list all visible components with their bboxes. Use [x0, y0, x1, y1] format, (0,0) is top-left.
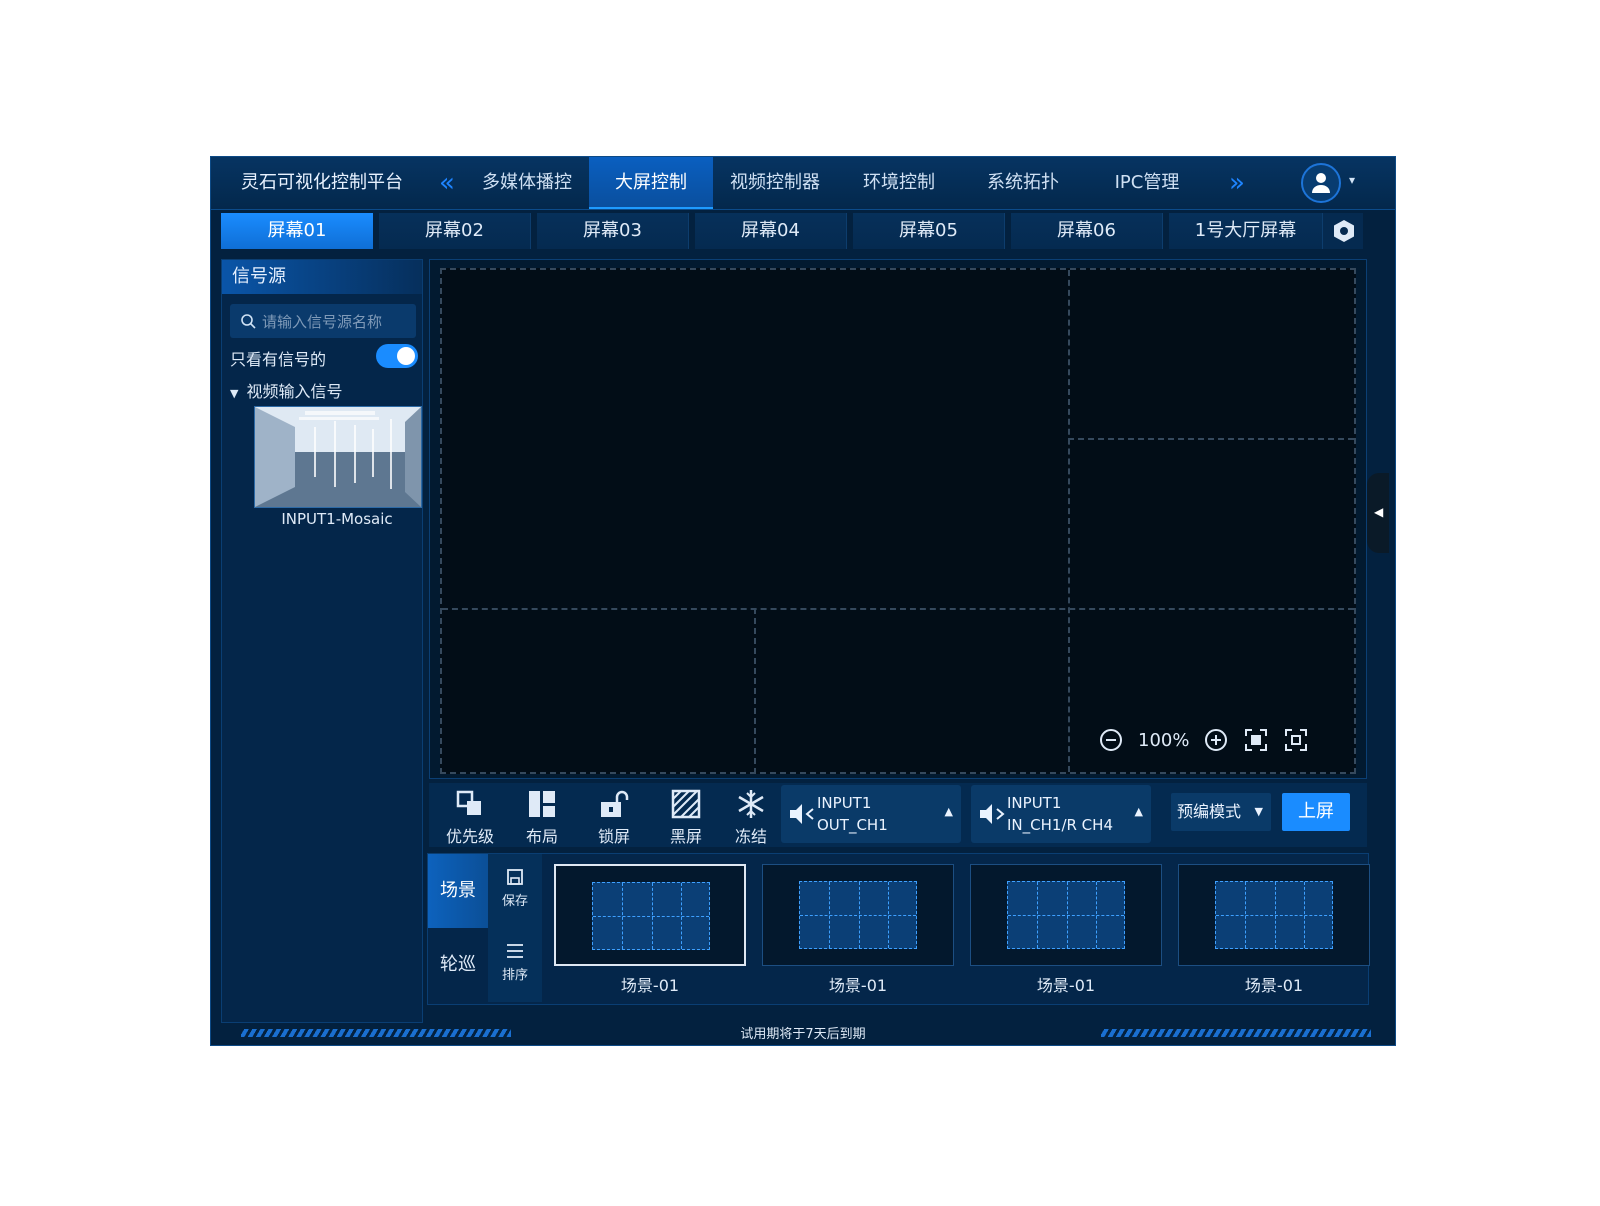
app-window: 灵石可视化控制平台 « 多媒体播控 大屏控制 视频控制器 环境控制 系统拓扑 I…: [210, 156, 1396, 1046]
collapse-panel-handle[interactable]: ◀: [1367, 473, 1389, 553]
user-icon: [1312, 173, 1330, 193]
tab-scene[interactable]: 场景: [428, 854, 488, 928]
screen-tab-bar: 屏幕01 屏幕02 屏幕03 屏幕04 屏幕05 屏幕06 1号大厅屏幕: [221, 213, 1397, 253]
screen-tab-03[interactable]: 屏幕03: [537, 213, 689, 249]
mode-dropdown[interactable]: 预编模式 ▼: [1171, 793, 1271, 831]
fullscreen-icon[interactable]: [1283, 727, 1309, 753]
lock-screen-label: 锁屏: [597, 827, 630, 846]
chevron-down-icon: ▼: [1254, 805, 1263, 818]
audio-input-selector[interactable]: INPUT1 IN_CH1/R CH4 ▲: [971, 785, 1151, 843]
scene-card[interactable]: [970, 864, 1162, 966]
scene-label: 场景-01: [620, 976, 680, 995]
scene-label: 场景-01: [1036, 976, 1096, 995]
source-thumbnail[interactable]: [254, 406, 422, 508]
signal-search-input[interactable]: [260, 304, 414, 340]
zoom-out-icon[interactable]: [1098, 727, 1124, 753]
collapse-arrow-icon: ◀: [1374, 505, 1384, 519]
screen-settings-button[interactable]: [1323, 213, 1363, 249]
scene-label: 场景-01: [828, 976, 888, 995]
speaker-icon: [790, 804, 814, 824]
caret-up-icon: ▲: [944, 805, 953, 818]
fit-screen-icon[interactable]: [1243, 727, 1269, 753]
only-signal-toggle[interactable]: [376, 344, 418, 368]
publish-button[interactable]: 上屏: [1282, 793, 1350, 831]
expand-caret-icon: ▼: [230, 387, 239, 400]
zoom-controls: 100%: [1098, 722, 1309, 758]
snowflake-icon: [738, 790, 764, 818]
nav-tab-screen-control[interactable]: 大屏控制: [589, 157, 713, 209]
audio-output-selector[interactable]: INPUT1 OUT_CH1 ▲: [781, 785, 961, 843]
scene-panel: 场景 轮巡 保存 排序 场景-01 场景-01 场景-01 场景-01: [427, 853, 1370, 1005]
app-title: 灵石可视化控制平台: [241, 172, 403, 193]
freeze-button[interactable]: 冻结: [725, 783, 777, 847]
nav-tab-environment[interactable]: 环境控制: [837, 157, 961, 209]
layout-divider: [1068, 438, 1354, 440]
black-screen-label: 黑屏: [669, 827, 702, 846]
status-footer: 试用期将于7天后到期: [211, 1017, 1395, 1045]
audio-input-channel: IN_CH1/R CH4: [1007, 816, 1113, 834]
settings-hexagon-icon: [1334, 220, 1354, 242]
search-icon: [241, 314, 256, 329]
screen-tab-02[interactable]: 屏幕02: [379, 213, 531, 249]
freeze-label: 冻结: [734, 827, 767, 846]
only-signal-label: 只看有信号的: [230, 350, 327, 369]
save-label: 保存: [501, 894, 528, 909]
top-nav-bar: 灵石可视化控制平台 « 多媒体播控 大屏控制 视频控制器 环境控制 系统拓扑 I…: [211, 157, 1395, 210]
control-toolbar: 优先级 布局 锁屏 黑屏 冻结 INPUT1 OUT_CH1 ▲ INPUT1 …: [429, 783, 1367, 847]
priority-icon: [456, 790, 481, 815]
layout-divider: [442, 608, 1354, 610]
layout-divider: [754, 608, 756, 774]
layout-divider: [1068, 270, 1070, 772]
black-screen-button[interactable]: 黑屏: [653, 783, 719, 847]
screen-layout-stage[interactable]: [440, 268, 1356, 774]
save-icon: [507, 869, 523, 885]
video-input-label: 视频输入信号: [246, 382, 343, 401]
screen-tab-06[interactable]: 屏幕06: [1011, 213, 1163, 249]
nav-tab-ipc[interactable]: IPC管理: [1085, 157, 1209, 209]
layout-icon: [529, 791, 555, 817]
nav-next-arrow-icon[interactable]: »: [1229, 157, 1245, 209]
nav-tab-video-controller[interactable]: 视频控制器: [713, 157, 837, 209]
scene-label: 场景-01: [1244, 976, 1304, 995]
screen-tab-01[interactable]: 屏幕01: [221, 213, 373, 249]
zoom-level: 100%: [1138, 729, 1190, 751]
unlock-icon: [601, 790, 629, 817]
lock-screen-button[interactable]: 锁屏: [581, 783, 647, 847]
sort-scene-button[interactable]: 排序: [488, 928, 542, 1002]
speaker-icon: [980, 804, 1005, 824]
screen-tab-hall[interactable]: 1号大厅屏幕: [1169, 213, 1323, 249]
sort-label: 排序: [501, 968, 528, 983]
audio-input-source: INPUT1: [1007, 794, 1062, 812]
video-input-tree-node[interactable]: ▼ 视频输入信号: [230, 378, 342, 402]
save-scene-button[interactable]: 保存: [488, 854, 542, 928]
source-name: INPUT1-Mosaic: [281, 510, 393, 528]
scene-card[interactable]: [554, 864, 746, 966]
screen-tab-05[interactable]: 屏幕05: [853, 213, 1005, 249]
layout-label: 布局: [525, 827, 558, 846]
scene-card[interactable]: [1178, 864, 1370, 966]
list-icon: [507, 944, 523, 958]
user-avatar[interactable]: [1301, 163, 1341, 203]
priority-label: 优先级: [445, 827, 494, 846]
signal-source-panel: 信号源 只看有信号的 ▼ 视频输入信号: [221, 259, 423, 1023]
user-menu-caret-icon[interactable]: ▾: [1349, 173, 1355, 187]
layout-button[interactable]: 布局: [509, 783, 575, 847]
decor-stripe: [1101, 1029, 1371, 1037]
nav-tab-topology[interactable]: 系统拓扑: [961, 157, 1085, 209]
zoom-in-icon[interactable]: [1203, 727, 1229, 753]
screen-canvas: 100%: [429, 259, 1367, 779]
blackscreen-icon: [671, 789, 701, 819]
priority-button[interactable]: 优先级: [437, 783, 503, 847]
tab-tour[interactable]: 轮巡: [428, 928, 488, 1002]
scene-card[interactable]: [762, 864, 954, 966]
nav-tab-multimedia[interactable]: 多媒体播控: [465, 157, 589, 209]
nav-prev-arrow-icon[interactable]: «: [439, 157, 455, 209]
caret-up-icon: ▲: [1134, 805, 1143, 818]
signal-source-title: 信号源: [222, 260, 422, 294]
audio-output-channel: OUT_CH1: [817, 816, 888, 834]
audio-output-source: INPUT1: [817, 794, 872, 812]
screen-tab-04[interactable]: 屏幕04: [695, 213, 847, 249]
signal-search-box[interactable]: [230, 304, 416, 340]
mode-value: 预编模式: [1177, 802, 1242, 821]
